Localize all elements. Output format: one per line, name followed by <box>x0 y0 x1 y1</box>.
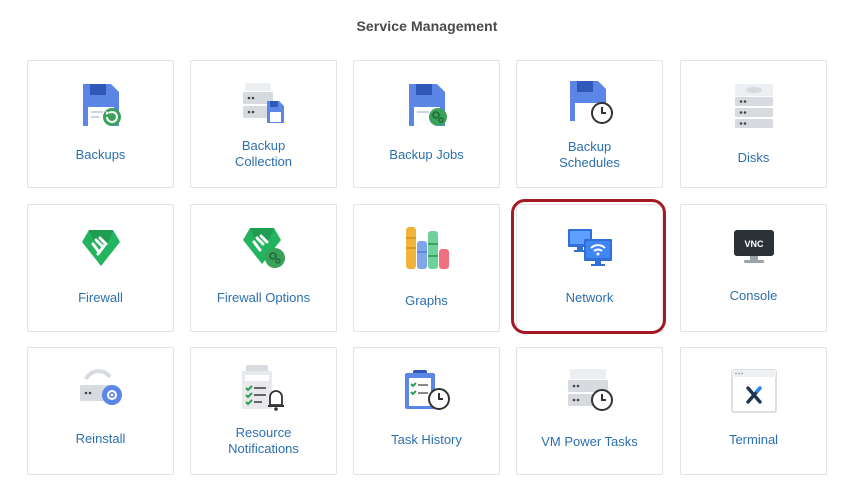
task-history-icon <box>354 348 499 432</box>
vm-power-tasks-icon <box>517 348 662 432</box>
reinstall-icon <box>28 348 173 432</box>
backup-jobs-tile[interactable]: Backup Jobs <box>353 60 500 188</box>
firewall-label: Firewall <box>78 290 123 305</box>
firewall-options-tile[interactable]: Firewall Options <box>190 204 337 332</box>
firewall-icon <box>28 205 173 291</box>
backup-collection-tile[interactable]: Backup Collection <box>190 60 337 188</box>
firewall-options-label: Firewall Options <box>216 290 311 305</box>
task-history-label: Task History <box>391 432 462 447</box>
terminal-icon <box>681 348 826 434</box>
graphs-icon <box>354 205 499 291</box>
vm-power-tasks-tile[interactable]: VM Power Tasks <box>516 347 663 475</box>
backup-collection-icon <box>191 61 336 145</box>
backup-jobs-icon <box>354 61 499 151</box>
resource-notifications-icon <box>191 348 336 426</box>
network-label: Network <box>565 290 614 305</box>
backups-label: Backups <box>75 147 126 162</box>
backup-collection-label: Backup Collection <box>234 138 293 169</box>
firewall-tile[interactable]: Firewall <box>27 204 174 332</box>
terminal-label: Terminal <box>728 432 779 447</box>
vnc-text: VNC <box>744 239 764 249</box>
network-tile[interactable]: Network <box>516 204 663 332</box>
console-icon: VNC <box>681 205 826 289</box>
backup-schedules-tile[interactable]: Backup Schedules <box>516 60 663 188</box>
resource-notifications-tile[interactable]: Resource Notifications <box>190 347 337 475</box>
backup-schedules-icon <box>517 61 662 145</box>
graphs-tile[interactable]: Graphs <box>353 204 500 332</box>
console-label: Console <box>729 288 778 303</box>
backups-icon <box>28 61 173 151</box>
network-icon <box>517 205 662 291</box>
page-title: Service Management <box>356 18 498 34</box>
backup-schedules-label: Backup Schedules <box>559 139 620 170</box>
disks-label: Disks <box>737 150 770 165</box>
disks-icon <box>681 61 826 151</box>
disks-tile[interactable]: Disks <box>680 60 827 188</box>
resource-notifications-label: Resource Notifications <box>228 425 299 456</box>
vm-power-tasks-label: VM Power Tasks <box>541 434 638 449</box>
backup-jobs-label: Backup Jobs <box>389 147 464 162</box>
console-tile[interactable]: VNC Console <box>680 204 827 332</box>
task-history-tile[interactable]: Task History <box>353 347 500 475</box>
reinstall-tile[interactable]: Reinstall <box>27 347 174 475</box>
graphs-label: Graphs <box>405 293 448 308</box>
reinstall-label: Reinstall <box>75 431 126 446</box>
terminal-tile[interactable]: Terminal <box>680 347 827 475</box>
backups-tile[interactable]: Backups <box>27 60 174 188</box>
firewall-options-icon <box>191 205 336 291</box>
